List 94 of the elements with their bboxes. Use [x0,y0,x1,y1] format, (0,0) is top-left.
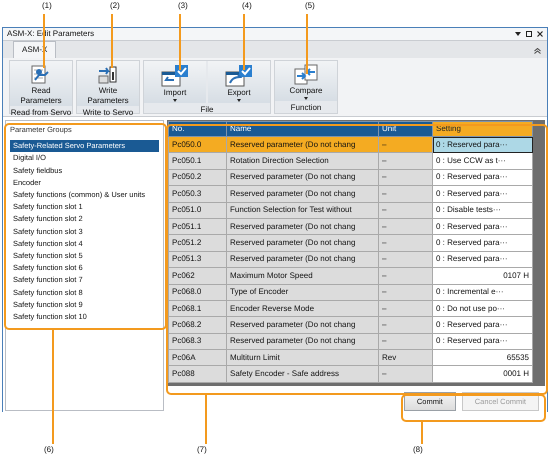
param-name: Reserved parameter (Do not chang [226,218,378,235]
ribbon-button[interactable]: Import [144,61,206,103]
setting-cell[interactable]: 0 : Incremental e··· [432,284,532,300]
callout-label: (5) [305,0,315,12]
callout-label: (1) [42,0,52,12]
param-name: Rotation Direction Selection [226,152,378,170]
param-number: Pc088 [168,366,226,382]
maximize-icon[interactable] [526,31,532,37]
unit-cell: – [378,316,432,334]
param-number: Pc050.3 [168,186,226,202]
param-name: Reserved parameter (Do not chang [226,234,378,252]
window-check-icon [160,64,190,88]
setting-cell[interactable]: 0 : Reserved para··· [432,234,532,252]
unit-cell: – [378,202,432,218]
dropdown-icon[interactable] [515,31,521,37]
setting-cell[interactable]: 0001 H [432,366,532,382]
param-name: Function Selection for Test without [226,202,378,218]
setting-cell[interactable]: 0 : Do not use po··· [432,300,532,317]
param-name: Safety Encoder - Safe address [226,366,378,382]
ribbon-button[interactable]: Compare [275,61,337,101]
unit-cell: – [378,284,432,300]
group-label: Read from Servo [10,107,72,120]
collapse-icon[interactable] [534,48,541,54]
param-number: Pc068.3 [168,333,226,350]
caret-icon [237,98,241,102]
compare-icon [292,64,320,86]
param-number: Pc068.1 [168,300,226,317]
param-name: Reserved parameter (Do not chang [226,169,378,186]
unit-cell: – [378,186,432,202]
window-check-icon [224,64,254,88]
param-name: Encoder Reverse Mode [226,300,378,317]
group-label: File [200,104,214,116]
unit-cell: – [378,169,432,186]
setting-cell[interactable]: 0 : Reserved para··· [432,316,532,334]
param-number: Pc050.2 [168,169,226,186]
param-name: Reserved parameter (Do not chang [226,136,378,153]
param-name: Maximum Motor Speed [226,268,378,284]
leader-line [43,14,45,68]
param-number: Pc062 [168,268,226,284]
param-number: Pc06A [168,350,226,366]
ribbon-button[interactable]: Write Parameters [77,61,139,106]
caret-icon [304,96,308,100]
param-name: Reserved parameter (Do not chang [226,186,378,202]
param-number: Pc050.0 [168,136,226,153]
setting-cell[interactable]: 0 : Reserved para··· [432,251,532,268]
unit-cell: – [378,234,432,252]
group-label: Function [290,102,322,114]
leader-line [306,14,308,74]
leader-line [111,14,113,68]
setting-cell[interactable]: 0 : Reserved para··· [432,186,532,202]
ribbon-button[interactable]: Export [208,61,270,103]
callout-label: (6) [44,444,54,456]
unit-cell: – [378,268,432,284]
unit-cell: – [378,300,432,317]
setting-cell[interactable]: 0 : Use CCW as t··· [432,152,532,170]
param-name: Reserved parameter (Do not chang [226,333,378,350]
leader-line [421,422,423,444]
unit-cell: Rev [378,350,432,366]
unit-cell: – [378,136,432,153]
setting-cell[interactable]: 0 : Reserved para··· [432,218,532,235]
unit-cell: – [378,251,432,268]
param-number: Pc068.2 [168,316,226,334]
setting-cell[interactable]: 0 : Reserved para··· [432,169,532,186]
callout-label: (8) [413,444,423,456]
param-name: Reserved parameter (Do not chang [226,251,378,268]
param-number: Pc051.2 [168,234,226,252]
param-name: Type of Encoder [226,284,378,300]
callout-label: (2) [110,0,120,12]
param-number: Pc051.0 [168,202,226,218]
callout-label: (4) [242,0,252,12]
param-number: Pc068.0 [168,284,226,300]
ribbon-button[interactable]: Read Parameters [10,61,72,106]
leader-line [179,14,181,70]
setting-cell[interactable]: 0 : Reserved para··· [432,136,532,153]
unit-cell: – [378,218,432,235]
callout-label: (7) [197,444,207,456]
unit-cell: – [378,333,432,350]
setting-cell[interactable]: 0 : Disable tests··· [432,202,532,218]
param-number: Pc050.1 [168,152,226,170]
close-icon[interactable] [537,31,543,37]
param-name: Multiturn Limit [226,350,378,366]
setting-cell[interactable]: 0 : Reserved para··· [432,333,532,350]
param-number: Pc051.1 [168,218,226,235]
callout-label: (3) [178,0,188,12]
caret-icon [173,98,177,102]
unit-cell: – [378,366,432,382]
leader-line [243,14,245,70]
param-number: Pc051.3 [168,251,226,268]
setting-cell[interactable]: 0107 H [432,268,532,284]
unit-cell: – [378,152,432,170]
param-name: Reserved parameter (Do not chang [226,316,378,334]
leader-line [205,395,207,444]
setting-cell[interactable]: 65535 [432,350,532,366]
group-label: Write to Servo [82,107,134,120]
